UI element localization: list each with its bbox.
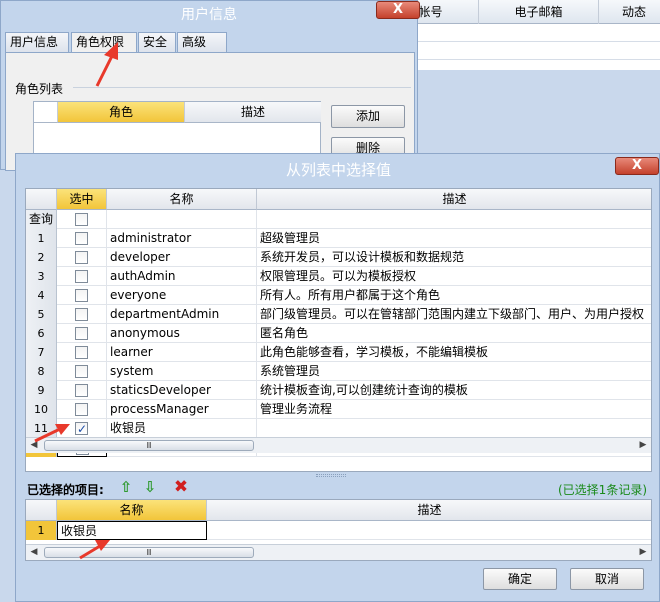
red-arrow-annotation — [34, 424, 70, 443]
red-arrow-annotation — [95, 42, 118, 87]
red-arrow-annotation — [79, 540, 110, 560]
annotation-arrows — [34, 42, 118, 560]
